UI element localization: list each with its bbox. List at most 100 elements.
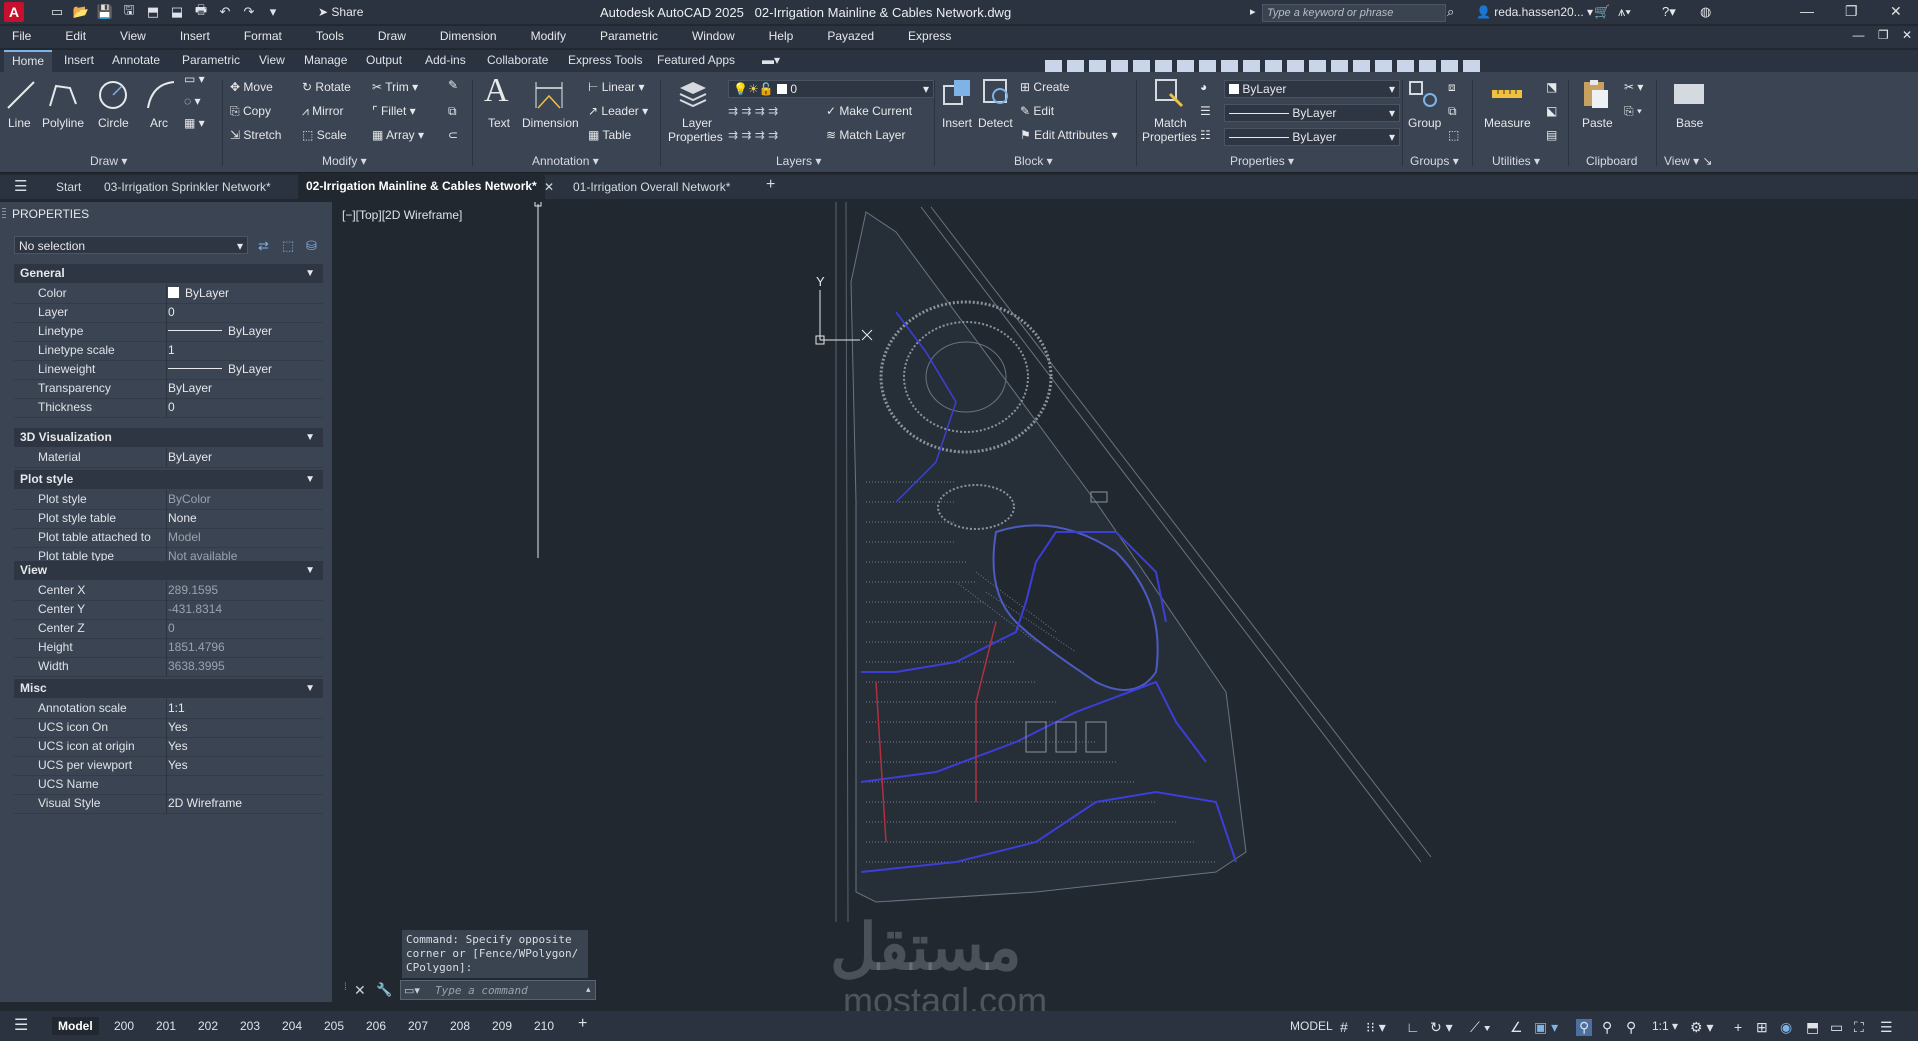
layout-tab-202[interactable]: 202 (198, 1019, 218, 1033)
rotate-button[interactable]: ↻ Rotate (302, 80, 351, 94)
property-row[interactable]: Linetype scale 1 (14, 341, 323, 361)
object-snap-tracking-icon[interactable]: ∠ (1510, 1019, 1523, 1036)
layout-tab-203[interactable]: 203 (240, 1019, 260, 1033)
tab-home[interactable]: Home (4, 50, 53, 74)
leader-button[interactable]: ↗ Leader ▾ (588, 104, 648, 118)
linetype-dropdown[interactable]: ByLayer ▾ (1224, 128, 1400, 146)
color-wheel-icon[interactable]: ◕ (1200, 80, 1207, 94)
tab-sprinkler-network[interactable]: 03-Irrigation Sprinkler Network* (104, 180, 271, 194)
annotation-visibility-icon[interactable]: ⚲ (1576, 1019, 1593, 1036)
section-plot-style[interactable]: Plot style ▼ (14, 470, 323, 489)
property-row[interactable]: Center Z 0 (14, 619, 323, 639)
select-objects-icon[interactable]: ⬚ (282, 238, 294, 254)
paste-button[interactable]: Paste (1582, 116, 1613, 130)
polar-icon[interactable]: ↻ ▾ (1430, 1019, 1453, 1036)
section-view[interactable]: View ▼ (14, 561, 323, 580)
group-edit-icon[interactable]: ⧉ (1448, 104, 1457, 119)
redo-icon[interactable]: ↷ (240, 4, 258, 20)
new-layout-icon[interactable]: + (578, 1015, 587, 1033)
layout-tab-201[interactable]: 201 (156, 1019, 176, 1033)
autocad-logo-icon[interactable]: A (4, 2, 24, 22)
arc-button[interactable]: Arc (150, 116, 168, 130)
close-command-icon[interactable]: ✕ (354, 982, 366, 999)
model-space-button[interactable]: MODEL (1290, 1019, 1333, 1033)
copy-button[interactable]: ⎘ Copy (230, 104, 271, 119)
annotation-scale-value[interactable]: 1:1 ▾ (1652, 1019, 1678, 1033)
object-snap-icon[interactable]: ▣ ▾ (1534, 1019, 1558, 1036)
menu-modify[interactable]: Modify (511, 26, 580, 48)
menu-draw[interactable]: Draw (358, 26, 420, 48)
text-button[interactable]: Text (488, 116, 510, 130)
view-panel-label[interactable]: View ▾ ↘ (1664, 154, 1713, 168)
match-properties-button-2[interactable]: Properties (1142, 130, 1197, 144)
viewport-controls[interactable]: [−][Top][2D Wireframe] (342, 208, 462, 222)
customize-icon[interactable]: 🔧 (376, 982, 392, 998)
lineweight-icon[interactable]: ☰ (1200, 104, 1211, 118)
table-button[interactable]: ▦ Table (588, 128, 631, 142)
arc-icon[interactable] (144, 78, 178, 112)
tab-output[interactable]: Output (366, 53, 402, 67)
hatch-icon[interactable]: ◌ ▾ (184, 94, 201, 108)
tab-parametric[interactable]: Parametric (182, 53, 240, 67)
layout-tab-200[interactable]: 200 (114, 1019, 134, 1033)
ortho-icon[interactable]: ∟ (1406, 1019, 1420, 1035)
close-icon[interactable]: ✕ (1890, 3, 1902, 20)
property-row[interactable]: UCS Name (14, 775, 323, 795)
customize-status-icon[interactable]: ☰ (1880, 1019, 1893, 1036)
minimize-icon[interactable]: — (1800, 3, 1814, 19)
annotation-panel-label[interactable]: Annotation ▾ (532, 154, 599, 168)
match-layer-button[interactable]: ≋ Match Layer (826, 128, 905, 142)
open-web-icon[interactable]: ⬒ (144, 4, 162, 20)
polyline-button[interactable]: Polyline (42, 116, 84, 130)
stretch-button[interactable]: ⇲ Stretch (230, 128, 281, 142)
section-misc[interactable]: Misc ▼ (14, 679, 323, 698)
layer-tools-row-1[interactable]: ⇉ ⇉ ⇉ ⇉ (728, 104, 778, 118)
properties-panel-label[interactable]: Properties ▾ (1230, 154, 1294, 168)
circle-icon[interactable] (96, 78, 130, 112)
tab-start[interactable]: Start (56, 180, 81, 194)
array-button[interactable]: ▦ Array ▾ (372, 128, 424, 142)
property-row[interactable]: Color ByLayer (14, 284, 323, 304)
linear-button[interactable]: ⊢ Linear ▾ (588, 80, 645, 94)
property-row[interactable]: Plot style table None (14, 509, 323, 529)
chevron-right-icon[interactable]: ▸ (1250, 5, 1256, 18)
menu-express[interactable]: Express (888, 26, 965, 48)
menu-insert[interactable]: Insert (160, 26, 224, 48)
autodesk-app-icon[interactable]: ⩚▾ (1618, 4, 1631, 20)
property-row[interactable]: Visual Style 2D Wireframe (14, 794, 323, 814)
maximize-icon[interactable]: ❐ (1845, 3, 1858, 20)
base-view-icon[interactable] (1672, 76, 1706, 110)
layout-tab-207[interactable]: 207 (408, 1019, 428, 1033)
erase-icon[interactable]: ✎ (448, 78, 458, 92)
property-row[interactable]: Plot style ByColor (14, 490, 323, 510)
paste-icon[interactable] (1578, 76, 1612, 110)
group-icon[interactable] (1406, 76, 1440, 110)
section-general[interactable]: General ▼ (14, 264, 323, 283)
create-block-button[interactable]: ⊞ Create (1020, 80, 1069, 94)
menu-payazed[interactable]: Payazed (807, 26, 888, 48)
layer-properties-icon[interactable] (676, 76, 710, 110)
match-properties-button-1[interactable]: Match (1154, 116, 1187, 130)
match-properties-icon[interactable] (1152, 76, 1186, 110)
copy-clip-icon[interactable]: ⎘ ▾ (1624, 104, 1642, 119)
tab-close-icon[interactable]: ✕ (544, 180, 554, 194)
tab-annotate[interactable]: Annotate (112, 53, 160, 67)
menu-view[interactable]: View (100, 26, 160, 48)
layout-tab-model[interactable]: Model (52, 1017, 99, 1035)
property-row[interactable]: Transparency ByLayer (14, 379, 323, 399)
polyline-icon[interactable] (46, 78, 80, 112)
modify-panel-label[interactable]: Modify ▾ (322, 154, 367, 168)
isolate-objects-icon[interactable]: ⬒ (1806, 1019, 1819, 1036)
select-all-icon[interactable]: ⬕ (1546, 104, 1557, 118)
property-row[interactable]: Linetype ByLayer (14, 322, 323, 342)
property-row[interactable]: Height 1851.4796 (14, 638, 323, 658)
fillet-button[interactable]: ⌜ Fillet ▾ (372, 104, 416, 118)
property-row[interactable]: Width 3638.3995 (14, 657, 323, 677)
property-row[interactable]: Layer 0 (14, 303, 323, 323)
menu-window-controls[interactable]: — ❐ ✕ (1853, 28, 1912, 42)
layers-panel-label[interactable]: Layers ▾ (776, 154, 821, 168)
grid-icon[interactable]: # (1340, 1019, 1348, 1035)
new-icon[interactable]: ▭ (48, 4, 66, 20)
hardware-acceleration-icon[interactable]: ◉ (1780, 1019, 1792, 1036)
user-account[interactable]: 👤 reda.hassen20... ▾ (1476, 5, 1593, 19)
